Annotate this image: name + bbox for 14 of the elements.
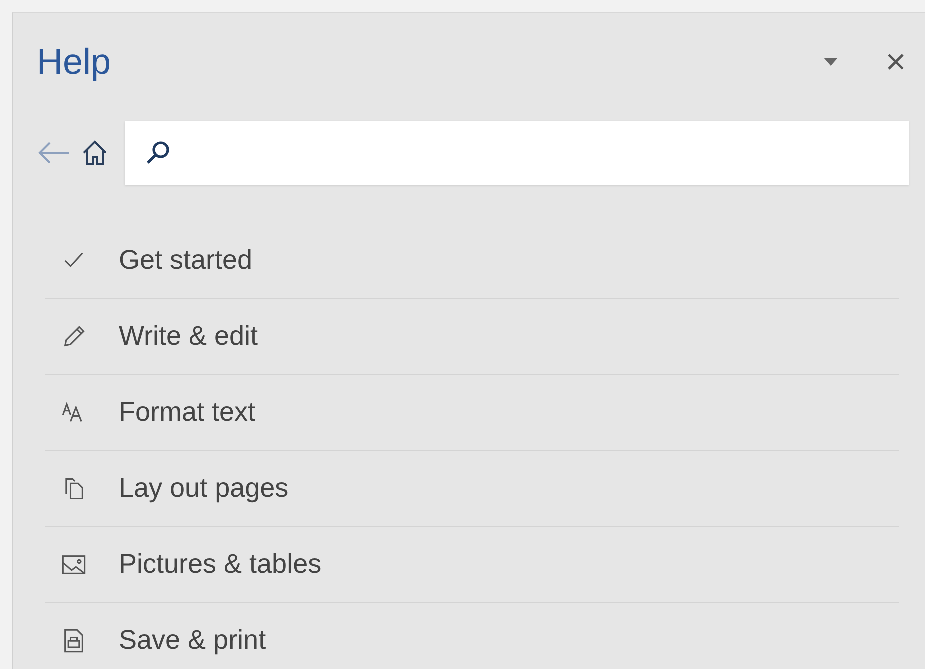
search-field[interactable] bbox=[125, 121, 909, 185]
help-topic[interactable]: Pictures & tables bbox=[45, 526, 899, 602]
help-topic[interactable]: Write & edit bbox=[45, 298, 899, 374]
search-icon bbox=[145, 140, 171, 166]
help-topic[interactable]: Lay out pages bbox=[45, 450, 899, 526]
help-topic[interactable]: Save & print bbox=[45, 602, 899, 669]
home-icon bbox=[81, 139, 109, 167]
caret-icon bbox=[823, 57, 839, 67]
pane-title: Help bbox=[37, 41, 112, 83]
help-topic[interactable]: Format text bbox=[45, 374, 899, 450]
home-button[interactable] bbox=[81, 139, 109, 167]
close-icon bbox=[887, 53, 905, 71]
back-arrow-icon bbox=[37, 141, 71, 165]
help-topic[interactable]: Get started bbox=[45, 223, 899, 298]
